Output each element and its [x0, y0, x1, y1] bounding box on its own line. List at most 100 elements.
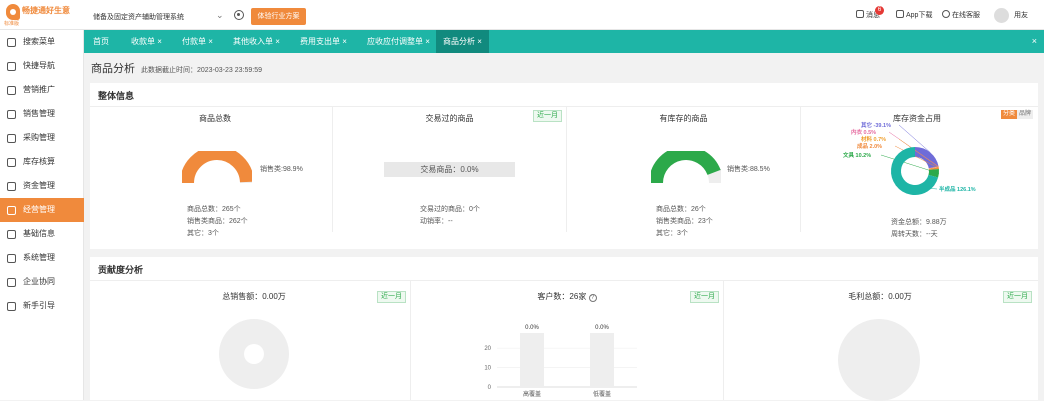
period-tag[interactable]: 近一月	[690, 291, 719, 303]
sidebar-item-label: 系统管理	[23, 253, 55, 262]
close-icon[interactable]: ×	[477, 37, 482, 46]
toggle-category[interactable]: 分类	[1001, 110, 1017, 119]
sidebar-item-label: 资金管理	[23, 181, 55, 190]
tab-expense[interactable]: 费用支出单 ×	[293, 30, 354, 53]
tab-label: 应收应付调整单	[367, 37, 423, 46]
contribution-panel: 贡献度分析 总销售额：0.00万 近一月 客户数：26家 ? 近一月 01020…	[90, 257, 1038, 400]
try-solution-button[interactable]: 体验行业方案	[251, 8, 306, 25]
sidebar-item-system[interactable]: 系统管理	[0, 246, 84, 270]
page-header: 商品分析此数据截止时间：2023-03-23 23:59:59	[91, 60, 262, 76]
calendar-icon	[7, 86, 16, 95]
tab-goods-analysis[interactable]: 商品分析 ×	[436, 30, 489, 53]
tab-other-income[interactable]: 其他收入单 ×	[226, 30, 287, 53]
app-download-label: App下载	[906, 12, 932, 19]
sidebar-item-search[interactable]: 搜索菜单	[0, 30, 84, 54]
sidebar-item-label: 采购管理	[23, 133, 55, 142]
tab-label: 商品分析	[443, 37, 475, 46]
sidebar-item-label: 企业协同	[23, 277, 55, 286]
sidebar-item-marketing[interactable]: 营销推广	[0, 78, 84, 102]
sidebar-item-funds[interactable]: 资金管理	[0, 174, 84, 198]
pie-hole	[244, 344, 264, 364]
card-title: 毛利总额：0.00万	[724, 291, 1036, 302]
stock-funds-donut: 其它 -39.1%内衣 0.5%材料 0.7%成品 2.0%文具 10.2%半成…	[841, 121, 991, 207]
other-goods-count: 其它：3个	[187, 228, 219, 238]
slice-label: 其它 -39.1%	[861, 121, 891, 129]
slice-label: 半成品 126.1%	[939, 185, 976, 193]
sidebar-item-label: 销售管理	[23, 109, 55, 118]
help-icon[interactable]: ?	[589, 294, 597, 302]
sidebar-item-sales[interactable]: 销售管理	[0, 102, 84, 126]
card-title: 总销售额：0.00万	[98, 291, 410, 302]
sidebar-item-label: 搜索菜单	[23, 37, 55, 46]
goods-count: 商品总数：265个	[187, 204, 241, 214]
sidebar-item-quick-nav[interactable]: 快捷导航	[0, 54, 84, 78]
gear-icon[interactable]	[234, 10, 244, 20]
sidebar-item-guide[interactable]: 新手引导	[0, 294, 84, 318]
gauge-value-arc	[656, 153, 714, 183]
tab-label: 收款单	[131, 37, 155, 46]
customers-bar-chart: 010200.0%高覆盖0.0%低覆盖	[471, 319, 651, 399]
gauge-legend: 销售类:98.9%	[260, 164, 303, 174]
period-tag[interactable]: 近一月	[533, 110, 562, 122]
sidebar-item-label: 快捷导航	[23, 61, 55, 70]
close-icon[interactable]: ×	[208, 37, 213, 46]
fund-icon	[7, 182, 16, 191]
sidebar-item-collab[interactable]: 企业协同	[0, 270, 84, 294]
avatar[interactable]	[994, 8, 1009, 23]
close-all-icon[interactable]: ×	[1032, 30, 1037, 53]
sidebar-item-basic-info[interactable]: 基础信息	[0, 222, 84, 246]
online-service-button[interactable]: 在线客服	[942, 10, 980, 20]
tab-bar: 首页 收款单 × 付款单 × 其他收入单 × 费用支出单 × 应收应付调整单 ×…	[84, 30, 1044, 53]
tab-label: 付款单	[182, 37, 206, 46]
sidebar-item-label: 经营管理	[23, 205, 55, 214]
home-icon	[7, 62, 16, 71]
period-tag[interactable]: 近一月	[377, 291, 406, 303]
total-goods-card: 商品总数 销售类:98.9% 商品总数：265个 销售类商品：262个 其它：3…	[98, 107, 333, 232]
profit-pie-placeholder	[838, 319, 920, 401]
sidebar-item-purchase[interactable]: 采购管理	[0, 126, 84, 150]
stock-funds-card: 库存资金占用 分类 品牌 其它 -39.1%内衣 0.5%材料 0.7%成品 2…	[801, 107, 1033, 232]
sidebar: 搜索菜单 快捷导航 营销推广 销售管理 采购管理 库存核算 资金管理 经营管理 …	[0, 30, 84, 400]
close-icon[interactable]: ×	[157, 37, 162, 46]
chevron-down-icon[interactable]: ⌄	[216, 10, 224, 21]
sales-goods-count: 销售类商品：23个	[656, 216, 713, 226]
tab-ar-ap-adjust[interactable]: 应收应付调整单 ×	[360, 30, 437, 53]
sidebar-item-business[interactable]: 经营管理	[0, 198, 84, 222]
info-icon	[7, 230, 16, 239]
overview-title: 整体信息	[98, 89, 134, 102]
user-name[interactable]: 用友	[1014, 10, 1028, 20]
stocked-goods-card: 有库存的商品 销售类:88.5% 商品总数：26个 销售类商品：23个 其它：3…	[567, 107, 801, 232]
tab-payment[interactable]: 付款单 ×	[175, 30, 220, 53]
tab-receipt[interactable]: 收款单 ×	[124, 30, 169, 53]
tab-label: 其他收入单	[233, 37, 273, 46]
sidebar-item-label: 基础信息	[23, 229, 55, 238]
brand-logo[interactable]: 畅捷通好生意 标准版	[4, 3, 84, 27]
moving-rate: 动销率：--	[420, 216, 453, 226]
customers-card: 客户数：26家 ? 近一月 010200.0%高覆盖0.0%低覆盖	[411, 281, 724, 400]
other-goods-count: 其它：3个	[656, 228, 688, 238]
bar	[520, 333, 544, 387]
sales-goods-count: 销售类商品：262个	[187, 216, 248, 226]
slice-label: 内衣 0.5%	[851, 128, 876, 136]
search-icon	[7, 38, 16, 47]
profit-card: 毛利总额：0.00万 近一月	[724, 281, 1036, 400]
card-title: 有库存的商品	[567, 113, 800, 124]
bar-data-label: 0.0%	[595, 325, 609, 331]
collab-icon	[7, 278, 16, 287]
period-tag[interactable]: 近一月	[1003, 291, 1032, 303]
phone-icon	[896, 10, 904, 18]
app-download-button[interactable]: App下载	[896, 10, 932, 20]
funds-total: 资金总额：9.88万	[891, 217, 947, 227]
toggle-brand[interactable]: 品牌	[1017, 110, 1033, 119]
data-deadline: 此数据截止时间：2023-03-23 23:59:59	[141, 67, 262, 74]
close-icon[interactable]: ×	[425, 37, 430, 46]
sidebar-item-inventory[interactable]: 库存核算	[0, 150, 84, 174]
tab-home[interactable]: 首页	[86, 30, 116, 53]
card-title: 商品总数	[98, 113, 332, 124]
gauge-legend: 销售类:88.5%	[727, 164, 770, 174]
close-icon[interactable]: ×	[342, 37, 347, 46]
overview-panel: 整体信息 商品总数 销售类:98.9% 商品总数：265个 销售类商品：262个…	[90, 83, 1038, 249]
close-icon[interactable]: ×	[275, 37, 280, 46]
x-tick-label: 低覆盖	[593, 390, 611, 398]
company-name[interactable]: 储备及固定资产辅助管理系统	[93, 12, 184, 22]
